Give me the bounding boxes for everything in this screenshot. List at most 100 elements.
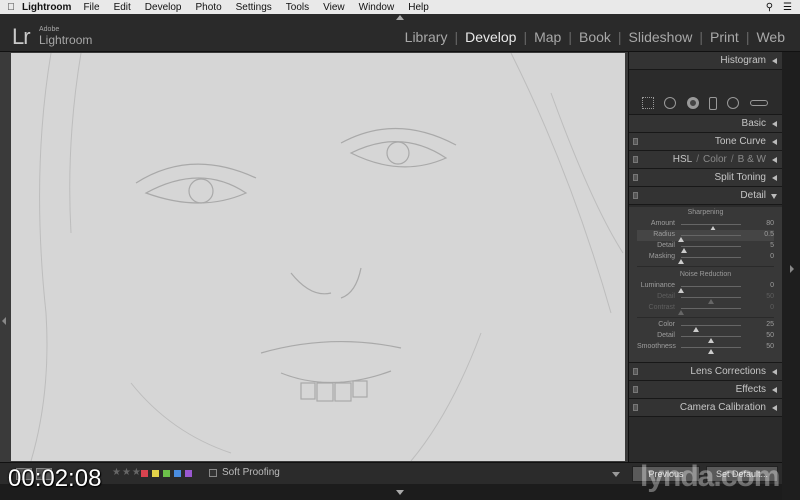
panel-switch-icon[interactable] bbox=[633, 368, 638, 375]
color-label-blue[interactable] bbox=[174, 470, 181, 477]
panel-effects[interactable]: Effects bbox=[629, 381, 782, 399]
soft-proofing-checkbox[interactable] bbox=[209, 468, 217, 477]
slider-detail[interactable]: Detail 5 bbox=[637, 241, 774, 253]
spot-removal-icon[interactable] bbox=[664, 97, 677, 109]
module-library[interactable]: Library bbox=[398, 29, 455, 45]
module-book[interactable]: Book bbox=[572, 29, 618, 45]
slider-luminance[interactable]: Luminance 0 bbox=[637, 281, 774, 293]
module-develop[interactable]: Develop bbox=[458, 29, 523, 45]
slider-track[interactable] bbox=[681, 224, 741, 231]
menu-edit[interactable]: Edit bbox=[114, 2, 131, 13]
collapse-icon[interactable] bbox=[772, 387, 777, 393]
slider-color[interactable]: Color 25 bbox=[637, 320, 774, 332]
slider-track[interactable] bbox=[678, 286, 741, 293]
color-label-yellow[interactable] bbox=[152, 470, 159, 477]
slider-value[interactable]: 0.5 bbox=[754, 231, 774, 238]
slider-thumb[interactable] bbox=[678, 259, 684, 264]
menu-window[interactable]: Window bbox=[359, 2, 395, 13]
slider-value[interactable]: 5 bbox=[754, 242, 774, 249]
panel-basic[interactable]: Basic bbox=[629, 115, 782, 133]
slider-value[interactable]: 25 bbox=[754, 321, 774, 328]
panel-switch-icon[interactable] bbox=[633, 192, 638, 199]
module-print[interactable]: Print bbox=[703, 29, 746, 45]
slider-track[interactable] bbox=[678, 235, 741, 242]
slider-track[interactable] bbox=[681, 325, 741, 332]
collapse-icon[interactable] bbox=[772, 157, 777, 163]
panel-hsl[interactable]: HSL / Color / B & W bbox=[629, 151, 782, 169]
slider-track[interactable] bbox=[681, 347, 741, 354]
slider-amount[interactable]: Amount 80 bbox=[637, 219, 774, 231]
menu-settings[interactable]: Settings bbox=[236, 2, 272, 13]
panel-switch-icon[interactable] bbox=[633, 156, 638, 163]
panel-switch-icon[interactable] bbox=[633, 138, 638, 145]
panel-histogram[interactable]: Histogram bbox=[629, 52, 782, 70]
panel-switch-icon[interactable] bbox=[633, 404, 638, 411]
slider-label: Contrast bbox=[648, 304, 675, 311]
right-panel-toggle-icon[interactable] bbox=[790, 265, 794, 273]
slider-value[interactable]: 0 bbox=[754, 282, 774, 289]
expand-icon[interactable] bbox=[771, 194, 777, 199]
adjustment-brush-icon[interactable] bbox=[749, 100, 768, 106]
collapse-icon[interactable] bbox=[772, 58, 777, 64]
search-icon[interactable]: ⚲ bbox=[766, 2, 773, 13]
tab-color[interactable]: Color bbox=[703, 154, 727, 165]
panel-tone-curve[interactable]: Tone Curve bbox=[629, 133, 782, 151]
image-canvas[interactable] bbox=[0, 52, 628, 462]
slider-label: Detail bbox=[657, 293, 675, 300]
panel-switch-icon[interactable] bbox=[633, 174, 638, 181]
red-eye-icon[interactable] bbox=[686, 97, 699, 109]
graduated-filter-icon[interactable] bbox=[709, 96, 718, 110]
collapse-icon[interactable] bbox=[772, 121, 777, 127]
list-icon[interactable]: ☰ bbox=[783, 2, 792, 13]
collapse-icon[interactable] bbox=[772, 405, 777, 411]
module-map[interactable]: Map bbox=[527, 29, 568, 45]
slider-smoothness[interactable]: Smoothness 50 bbox=[637, 342, 774, 354]
collapse-icon[interactable] bbox=[772, 369, 777, 375]
slider-value[interactable]: 50 bbox=[754, 332, 774, 339]
apple-icon[interactable]:  bbox=[0, 2, 22, 13]
photo-preview[interactable] bbox=[11, 53, 625, 461]
slider-luminance-contrast: Contrast 0 bbox=[637, 303, 774, 315]
module-web[interactable]: Web bbox=[749, 29, 792, 45]
panel-split-toning[interactable]: Split Toning bbox=[629, 169, 782, 187]
slider-track[interactable] bbox=[678, 257, 741, 264]
panel-camera-calibration[interactable]: Camera Calibration bbox=[629, 399, 782, 417]
slider-value[interactable]: 80 bbox=[754, 220, 774, 227]
slider-value[interactable]: 50 bbox=[754, 343, 774, 350]
color-label-green[interactable] bbox=[163, 470, 170, 477]
collapse-icon[interactable] bbox=[772, 139, 777, 145]
panel-split-toning-label: Split Toning bbox=[714, 172, 766, 183]
color-label-purple[interactable] bbox=[185, 470, 192, 477]
toolbar-menu-icon[interactable] bbox=[612, 472, 620, 477]
left-panel-toggle-icon[interactable] bbox=[2, 317, 6, 325]
panel-lens-corrections[interactable]: Lens Corrections bbox=[629, 363, 782, 381]
soft-proofing[interactable]: Soft Proofing bbox=[209, 467, 280, 478]
crop-overlay-icon[interactable] bbox=[642, 97, 655, 109]
menu-app-name[interactable]: Lightroom bbox=[22, 2, 71, 13]
menu-tools[interactable]: Tools bbox=[286, 2, 309, 13]
menu-view[interactable]: View bbox=[323, 2, 345, 13]
histogram-area[interactable] bbox=[629, 70, 782, 115]
collapse-filmstrip-icon[interactable] bbox=[396, 490, 404, 495]
collapse-top-icon[interactable] bbox=[396, 15, 404, 20]
menu-photo[interactable]: Photo bbox=[196, 2, 222, 13]
panel-detail[interactable]: Detail bbox=[629, 187, 782, 205]
slider-value[interactable]: 0 bbox=[754, 253, 774, 260]
radial-filter-icon[interactable] bbox=[727, 97, 740, 109]
tab-hsl[interactable]: HSL bbox=[673, 154, 692, 165]
tab-bw[interactable]: B & W bbox=[738, 154, 766, 165]
collapse-icon[interactable] bbox=[772, 175, 777, 181]
menu-help[interactable]: Help bbox=[408, 2, 429, 13]
slider-thumb[interactable] bbox=[708, 349, 714, 354]
star-rating[interactable]: ★★★ bbox=[112, 467, 142, 478]
menu-develop[interactable]: Develop bbox=[145, 2, 182, 13]
slider-track[interactable] bbox=[681, 246, 741, 253]
slider-masking[interactable]: Masking 0 bbox=[637, 252, 774, 264]
menu-file[interactable]: File bbox=[83, 2, 99, 13]
module-slideshow[interactable]: Slideshow bbox=[622, 29, 700, 45]
slider-radius[interactable]: Radius 0.5 bbox=[637, 230, 774, 242]
color-label-red[interactable] bbox=[141, 470, 148, 477]
panel-switch-icon[interactable] bbox=[633, 386, 638, 393]
slider-color-detail[interactable]: Detail 50 bbox=[637, 331, 774, 343]
slider-track[interactable] bbox=[681, 336, 741, 343]
